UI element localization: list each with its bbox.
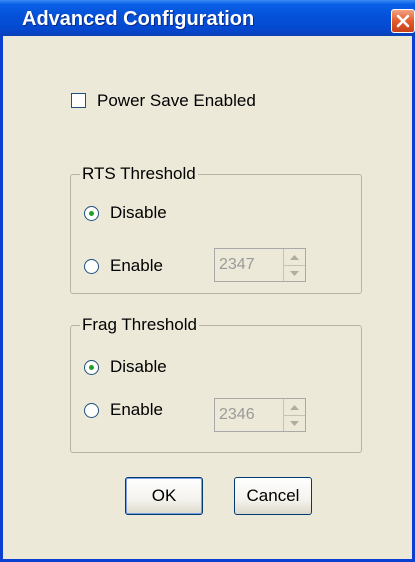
frag-spin-down-button[interactable]: [284, 415, 305, 431]
rts-threshold-spinner[interactable]: 2347: [214, 248, 306, 282]
rts-enable-radio[interactable]: [84, 259, 99, 274]
frag-threshold-group: Frag Threshold: [70, 315, 362, 453]
rts-spin-up-button[interactable]: [284, 249, 305, 266]
dialog-title: Advanced Configuration: [22, 8, 255, 30]
rts-spin-arrows: [283, 249, 305, 281]
rts-disable-label[interactable]: Disable: [110, 203, 167, 223]
frag-threshold-title: Frag Threshold: [80, 315, 199, 335]
advanced-configuration-dialog: Advanced Configuration Power Save Enable…: [0, 0, 415, 562]
close-icon: [396, 14, 410, 28]
ok-button[interactable]: OK: [125, 477, 203, 515]
frag-enable-radio[interactable]: [84, 403, 99, 418]
power-save-checkbox[interactable]: [71, 93, 86, 108]
chevron-up-icon: [290, 404, 299, 410]
rts-threshold-title: RTS Threshold: [80, 164, 198, 184]
close-button[interactable]: [391, 9, 415, 33]
rts-enable-label[interactable]: Enable: [110, 256, 163, 276]
cancel-button[interactable]: Cancel: [234, 477, 312, 515]
frag-disable-radio[interactable]: [84, 360, 99, 375]
rts-disable-radio[interactable]: [84, 206, 99, 221]
rts-threshold-value[interactable]: 2347: [219, 256, 255, 274]
frag-disable-label[interactable]: Disable: [110, 357, 167, 377]
frag-spin-up-button[interactable]: [284, 399, 305, 416]
rts-spin-down-button[interactable]: [284, 265, 305, 281]
chevron-down-icon: [290, 270, 299, 276]
power-save-label[interactable]: Power Save Enabled: [97, 91, 256, 111]
frag-enable-label[interactable]: Enable: [110, 400, 163, 420]
chevron-up-icon: [290, 254, 299, 260]
radio-selected-dot: [89, 211, 94, 216]
radio-selected-dot: [89, 365, 94, 370]
frag-threshold-value[interactable]: 2346: [219, 406, 255, 424]
frag-spin-arrows: [283, 399, 305, 431]
title-bar[interactable]: Advanced Configuration: [0, 0, 415, 36]
chevron-down-icon: [290, 420, 299, 426]
frag-threshold-spinner[interactable]: 2346: [214, 398, 306, 432]
